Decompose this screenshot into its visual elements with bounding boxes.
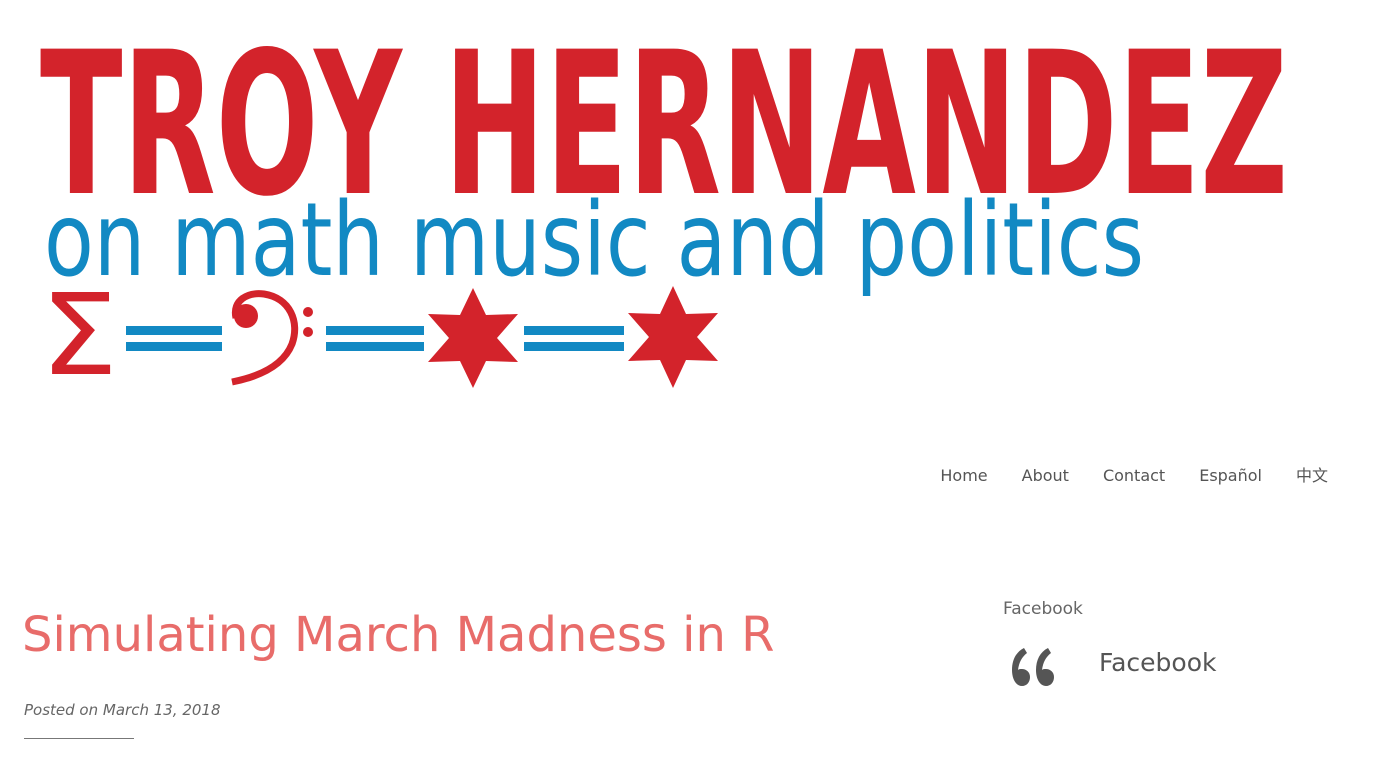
facebook-link[interactable]: Facebook — [1099, 646, 1216, 680]
nav-item-contact[interactable]: Contact — [1103, 464, 1165, 488]
quote-left-icon — [1012, 648, 1054, 686]
nav-item-about[interactable]: About — [1022, 464, 1069, 488]
equals-icon — [326, 326, 424, 351]
post-meta: Posted on March 13, 2018 — [24, 699, 221, 721]
nav-item-espanol[interactable]: Español — [1199, 464, 1262, 488]
equals-icon — [126, 326, 222, 351]
bass-clef-icon — [231, 290, 313, 386]
sigma-icon: Σ — [40, 271, 118, 401]
widget-title: Facebook — [1003, 599, 1083, 619]
page: TROY HERNANDEZ on math music and politic… — [0, 0, 1376, 764]
post-date-link[interactable]: March 13, 2018 — [103, 701, 221, 719]
logo-tagline: on math music and politics — [44, 181, 1144, 300]
star-icon — [628, 286, 718, 388]
logo-graphic: TROY HERNANDEZ on math music and politic… — [40, 9, 1288, 401]
equals-icon — [524, 326, 624, 351]
post-meta-prefix: Posted on — [24, 701, 103, 719]
post-divider — [24, 738, 134, 739]
main-navigation: Home About Contact Español 中文 — [940, 464, 1328, 488]
nav-item-chinese[interactable]: 中文 — [1296, 464, 1328, 488]
nav-item-home[interactable]: Home — [940, 464, 987, 488]
post-title[interactable]: Simulating March Madness in R — [22, 603, 775, 667]
site-logo[interactable]: TROY HERNANDEZ on math music and politic… — [0, 0, 1376, 420]
star-icon — [428, 288, 518, 388]
